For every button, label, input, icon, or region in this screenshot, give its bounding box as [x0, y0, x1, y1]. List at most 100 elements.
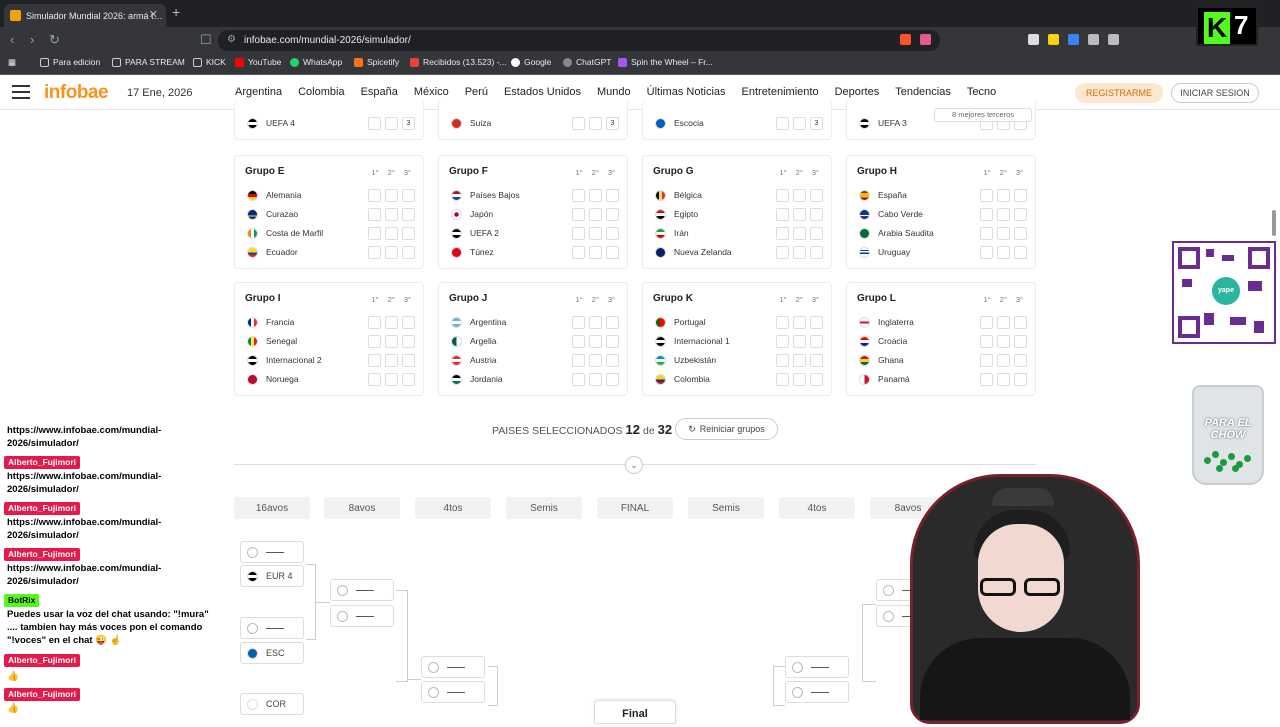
browser-tab[interactable]: Simulador Mundial 2026: armá t… ✕: [4, 4, 166, 27]
bookmark-link[interactable]: Spin the Wheel – Fr...: [618, 57, 713, 67]
position-boxes[interactable]: [980, 227, 1027, 240]
brave-shield-icon[interactable]: [900, 34, 911, 45]
team-row[interactable]: Ecuador: [247, 243, 415, 261]
team-row[interactable]: Argelia: [451, 332, 619, 350]
position-boxes[interactable]: [980, 246, 1027, 259]
reset-groups-button[interactable]: ↻ Reiniciar grupos: [675, 418, 778, 440]
position-boxes[interactable]: [368, 246, 415, 259]
address-bar[interactable]: ⚙ infobae.com/mundial-2026/simulador/: [218, 30, 940, 51]
bookmark-link[interactable]: Recibidos (13.523) -...: [410, 57, 507, 67]
position-boxes[interactable]: [980, 189, 1027, 202]
back-icon[interactable]: ‹: [10, 32, 14, 47]
apps-icon[interactable]: ▦: [8, 57, 16, 68]
position-boxes[interactable]: [776, 246, 823, 259]
bookmark-link[interactable]: YouTube: [235, 57, 281, 67]
bracket-slot-empty[interactable]: [785, 681, 849, 703]
team-row[interactable]: Suiza 3: [451, 114, 619, 132]
extension-icon[interactable]: [1028, 34, 1039, 45]
bracket-slot-empty[interactable]: [421, 681, 485, 703]
position-boxes[interactable]: [980, 354, 1027, 367]
bookmark-link[interactable]: Spicetify: [354, 57, 399, 67]
puzzle-icon[interactable]: [1088, 34, 1099, 45]
round-tab[interactable]: 4tos: [415, 497, 491, 519]
team-row[interactable]: Túnez: [451, 243, 619, 261]
team-row[interactable]: Argentina: [451, 313, 619, 331]
position-boxes[interactable]: [980, 316, 1027, 329]
team-row[interactable]: Curazao: [247, 205, 415, 223]
position-boxes[interactable]: [776, 335, 823, 348]
position-boxes[interactable]: [776, 227, 823, 240]
team-row[interactable]: UEFA 4 3: [247, 114, 415, 132]
bracket-slot[interactable]: EUR 4: [240, 565, 304, 587]
bookmark-folder[interactable]: Para edicion: [40, 57, 100, 67]
position-boxes[interactable]: [776, 189, 823, 202]
bookmark-link[interactable]: ChatGPT: [563, 57, 611, 67]
team-row[interactable]: Internacional 1: [655, 332, 823, 350]
nav-link[interactable]: Deportes: [835, 86, 880, 98]
bookmark-link[interactable]: Google: [511, 57, 551, 67]
extension-icon[interactable]: [1048, 34, 1059, 45]
team-row[interactable]: Países Bajos: [451, 186, 619, 204]
bracket-slot-empty[interactable]: [330, 605, 394, 627]
reload-icon[interactable]: ↻: [49, 32, 60, 48]
bookmark-icon[interactable]: ☐: [200, 32, 212, 48]
brave-rewards-icon[interactable]: [920, 34, 931, 45]
team-row[interactable]: Internacional 2: [247, 351, 415, 369]
team-row[interactable]: Escocia 3: [655, 114, 823, 132]
team-row[interactable]: Colombia: [655, 370, 823, 388]
nav-link[interactable]: Estados Unidos: [504, 86, 581, 98]
position-boxes[interactable]: [572, 189, 619, 202]
team-row[interactable]: Senegal: [247, 332, 415, 350]
position-boxes[interactable]: [368, 208, 415, 221]
team-row[interactable]: España: [859, 186, 1027, 204]
position-boxes[interactable]: [368, 189, 415, 202]
team-row[interactable]: Panamá: [859, 370, 1027, 388]
position-boxes[interactable]: [572, 246, 619, 259]
team-row[interactable]: Inglaterra: [859, 313, 1027, 331]
round-tab[interactable]: 4tos: [779, 497, 855, 519]
team-row[interactable]: Francia: [247, 313, 415, 331]
team-row[interactable]: Ghana: [859, 351, 1027, 369]
round-tab[interactable]: 8avos: [324, 497, 400, 519]
position-boxes[interactable]: [368, 227, 415, 240]
team-row[interactable]: Arabia Saudita: [859, 224, 1027, 242]
position-boxes[interactable]: [572, 208, 619, 221]
bookmark-folder[interactable]: PARA STREAM: [112, 57, 185, 67]
bracket-slot[interactable]: ESC: [240, 642, 304, 664]
position-boxes[interactable]: [776, 354, 823, 367]
round-tab[interactable]: Semis: [688, 497, 764, 519]
bracket-slot-empty[interactable]: [240, 541, 304, 563]
position-boxes[interactable]: [980, 373, 1027, 386]
team-row[interactable]: Austria: [451, 351, 619, 369]
scrollbar[interactable]: [1272, 210, 1276, 236]
nav-link[interactable]: Tendencias: [895, 86, 951, 98]
position-boxes[interactable]: [572, 354, 619, 367]
position-boxes[interactable]: 3: [368, 117, 415, 130]
nav-link[interactable]: Perú: [465, 86, 488, 98]
position-boxes[interactable]: [980, 335, 1027, 348]
nav-link[interactable]: Tecno: [967, 86, 996, 98]
team-row[interactable]: Costa de Marfil: [247, 224, 415, 242]
position-boxes[interactable]: [572, 335, 619, 348]
position-boxes[interactable]: [368, 335, 415, 348]
round-tab[interactable]: FINAL: [597, 497, 673, 519]
nav-link[interactable]: Mundo: [597, 86, 631, 98]
bookmark-folder[interactable]: KICK: [193, 57, 226, 67]
team-row[interactable]: Cabo Verde: [859, 205, 1027, 223]
nav-link[interactable]: Argentina: [235, 86, 282, 98]
team-row[interactable]: Japón: [451, 205, 619, 223]
extension-icon[interactable]: [1108, 34, 1119, 45]
position-boxes[interactable]: 3: [776, 117, 823, 130]
team-row[interactable]: Nueva Zelanda: [655, 243, 823, 261]
position-boxes[interactable]: 3: [572, 117, 619, 130]
team-row[interactable]: Jordania: [451, 370, 619, 388]
team-row[interactable]: UEFA 2: [451, 224, 619, 242]
team-row[interactable]: Irán: [655, 224, 823, 242]
nav-link[interactable]: Colombia: [298, 86, 344, 98]
position-boxes[interactable]: [572, 316, 619, 329]
team-row[interactable]: Uruguay: [859, 243, 1027, 261]
position-boxes[interactable]: [368, 316, 415, 329]
position-boxes[interactable]: [368, 354, 415, 367]
position-boxes[interactable]: [776, 208, 823, 221]
extension-icon[interactable]: [1068, 34, 1079, 45]
